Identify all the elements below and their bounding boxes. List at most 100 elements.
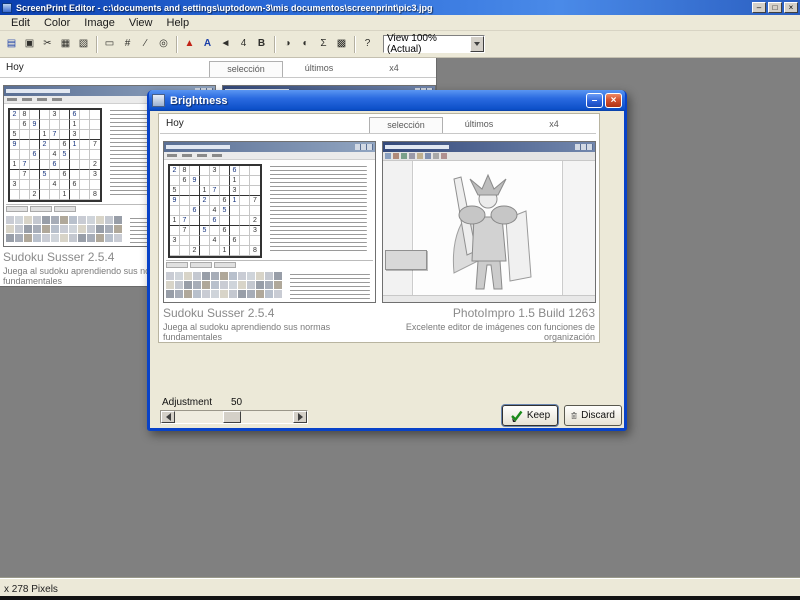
brightness-dialog-icon [152, 94, 165, 107]
adjustment-value: 50 [231, 397, 243, 408]
keep-button[interactable]: Keep [502, 405, 558, 426]
mirror-button[interactable]: ◄ [217, 35, 234, 53]
menu-item-color[interactable]: Color [37, 16, 77, 30]
crop-button[interactable]: # [119, 35, 136, 53]
contrast-button[interactable]: ◑ [279, 35, 296, 53]
keep-label: Keep [526, 410, 551, 421]
invert-button[interactable]: ◐ [297, 35, 314, 53]
help-icon: ? [364, 38, 371, 49]
select-button[interactable]: ▭ [101, 35, 118, 53]
chevron-down-icon[interactable] [469, 36, 484, 52]
brightness-dialog: Brightness – × Hoy selección últimos x4 [147, 90, 627, 431]
discard-label: Discard [581, 410, 615, 421]
thumbnail-grid [166, 272, 282, 298]
copy-icon: ▦ [60, 38, 71, 49]
text-tool-button[interactable]: A [199, 35, 216, 53]
close-button[interactable]: × [784, 2, 798, 13]
bold-icon: B [257, 38, 266, 49]
preview-image: Hoy selección últimos x4 283669151739261… [160, 114, 596, 342]
brightness-preview: Hoy selección últimos x4 283669151739261… [158, 113, 600, 343]
crop-icon: # [124, 38, 131, 49]
sudoku-caption-title: Sudoku Susser 2.5.4 [3, 250, 115, 264]
invert-icon: ◐ [302, 38, 309, 49]
menu-item-image[interactable]: Image [77, 16, 122, 30]
mini-titlebar [383, 142, 595, 152]
tab-seleccion: selección [209, 61, 283, 78]
cut-icon: ✂ [43, 38, 52, 49]
tab-x4: x4 [549, 119, 559, 129]
header-divider [0, 77, 436, 78]
help-button[interactable]: ? [359, 35, 376, 53]
tab-seleccion: selección [369, 117, 443, 134]
sudoku-caption: Sudoku Susser 2.5.4 Juega al sudoku apre… [163, 306, 330, 342]
knight-drawing [414, 161, 561, 296]
window-title: ScreenPrint Editor - c:\documents and se… [16, 2, 433, 13]
menu-item-view[interactable]: View [122, 16, 160, 30]
copy-button[interactable]: ▦ [57, 35, 74, 53]
sudoku-grid: 283669151739261764517627563346218 [168, 164, 262, 258]
sudoku-caption-desc2: fundamentales [3, 276, 63, 286]
sudoku-screenshot: 283669151739261764517627563346218 [163, 141, 376, 303]
save-button[interactable]: ▤ [3, 35, 20, 53]
warning-button[interactable]: ▲ [181, 35, 198, 53]
mini-menubar [164, 152, 375, 160]
contrast-icon: ◑ [284, 38, 291, 49]
toolbar-separator [96, 35, 98, 53]
dialog-window-controls: – × [586, 93, 622, 108]
menu-item-help[interactable]: Help [160, 16, 197, 30]
mini-statusbar [383, 295, 595, 302]
green-check-icon [510, 410, 523, 422]
photoimpro-screenshot [382, 141, 596, 303]
restore-button[interactable]: □ [768, 2, 782, 13]
cut-button[interactable]: ✂ [39, 35, 56, 53]
paste-icon: ▧ [78, 38, 89, 49]
menu-item-edit[interactable]: Edit [4, 16, 37, 30]
slider-right-arrow[interactable] [293, 411, 307, 423]
rotate-icon: 4 [240, 38, 247, 49]
mini-tabs [166, 261, 373, 270]
pencil-icon: ∕ [144, 38, 147, 49]
zoom-icon: ◎ [159, 38, 168, 49]
sudoku-grid: 283669151739261764517627563346218 [8, 108, 102, 202]
capture-button[interactable]: ▣ [21, 35, 38, 53]
mini-popup-box [385, 250, 427, 270]
tab-ultimos: últimos [464, 119, 494, 129]
header-divider [160, 133, 596, 134]
statusbar: x 278 Pixels [0, 578, 800, 596]
toolbar-separator [176, 35, 178, 53]
mini-toolbar [383, 152, 595, 161]
bold-button[interactable]: B [253, 35, 270, 53]
capture-icon: ▣ [24, 38, 35, 49]
minimize-button[interactable]: – [752, 2, 766, 13]
mini-titlebar [164, 142, 375, 152]
page-header: Hoy [6, 62, 24, 73]
toolbar-separator [274, 35, 276, 53]
menubar: Edit Color Image View Help [0, 15, 800, 31]
dialog-close-button[interactable]: × [605, 93, 622, 108]
dialog-titlebar[interactable]: Brightness – × [149, 90, 625, 111]
toolbar-separator [354, 35, 356, 53]
text-lines [288, 272, 373, 299]
discard-button[interactable]: Discard [564, 405, 622, 426]
slider-thumb[interactable] [223, 411, 241, 423]
zoom-dropdown[interactable]: View 100% (Actual) [383, 33, 485, 55]
zoom-button[interactable]: ◎ [155, 35, 172, 53]
photoimpro-caption: PhotoImpro 1.5 Build 1263 Excelente edit… [406, 306, 595, 342]
zoom-value: View 100% (Actual) [387, 33, 437, 55]
warning-icon: ▲ [184, 38, 195, 49]
main-titlebar[interactable]: ScreenPrint Editor - c:\documents and se… [0, 0, 800, 15]
rotate-button[interactable]: 4 [235, 35, 252, 53]
slider-left-arrow[interactable] [161, 411, 175, 423]
pencil-button[interactable]: ∕ [137, 35, 154, 53]
photoimpro-caption-desc2: organización [543, 332, 595, 342]
adjustment-label: Adjustment [162, 397, 213, 408]
paste-button[interactable]: ▧ [75, 35, 92, 53]
mirror-icon: ◄ [220, 38, 231, 49]
text-lines [268, 164, 371, 252]
gradient-button[interactable]: ▩ [333, 35, 350, 53]
gradient-icon: ▩ [336, 38, 347, 49]
mini-right-panel [562, 161, 595, 296]
sum-button[interactable]: Σ [315, 35, 332, 53]
adjustment-slider[interactable] [160, 410, 308, 424]
dialog-minimize-button[interactable]: – [586, 93, 603, 108]
